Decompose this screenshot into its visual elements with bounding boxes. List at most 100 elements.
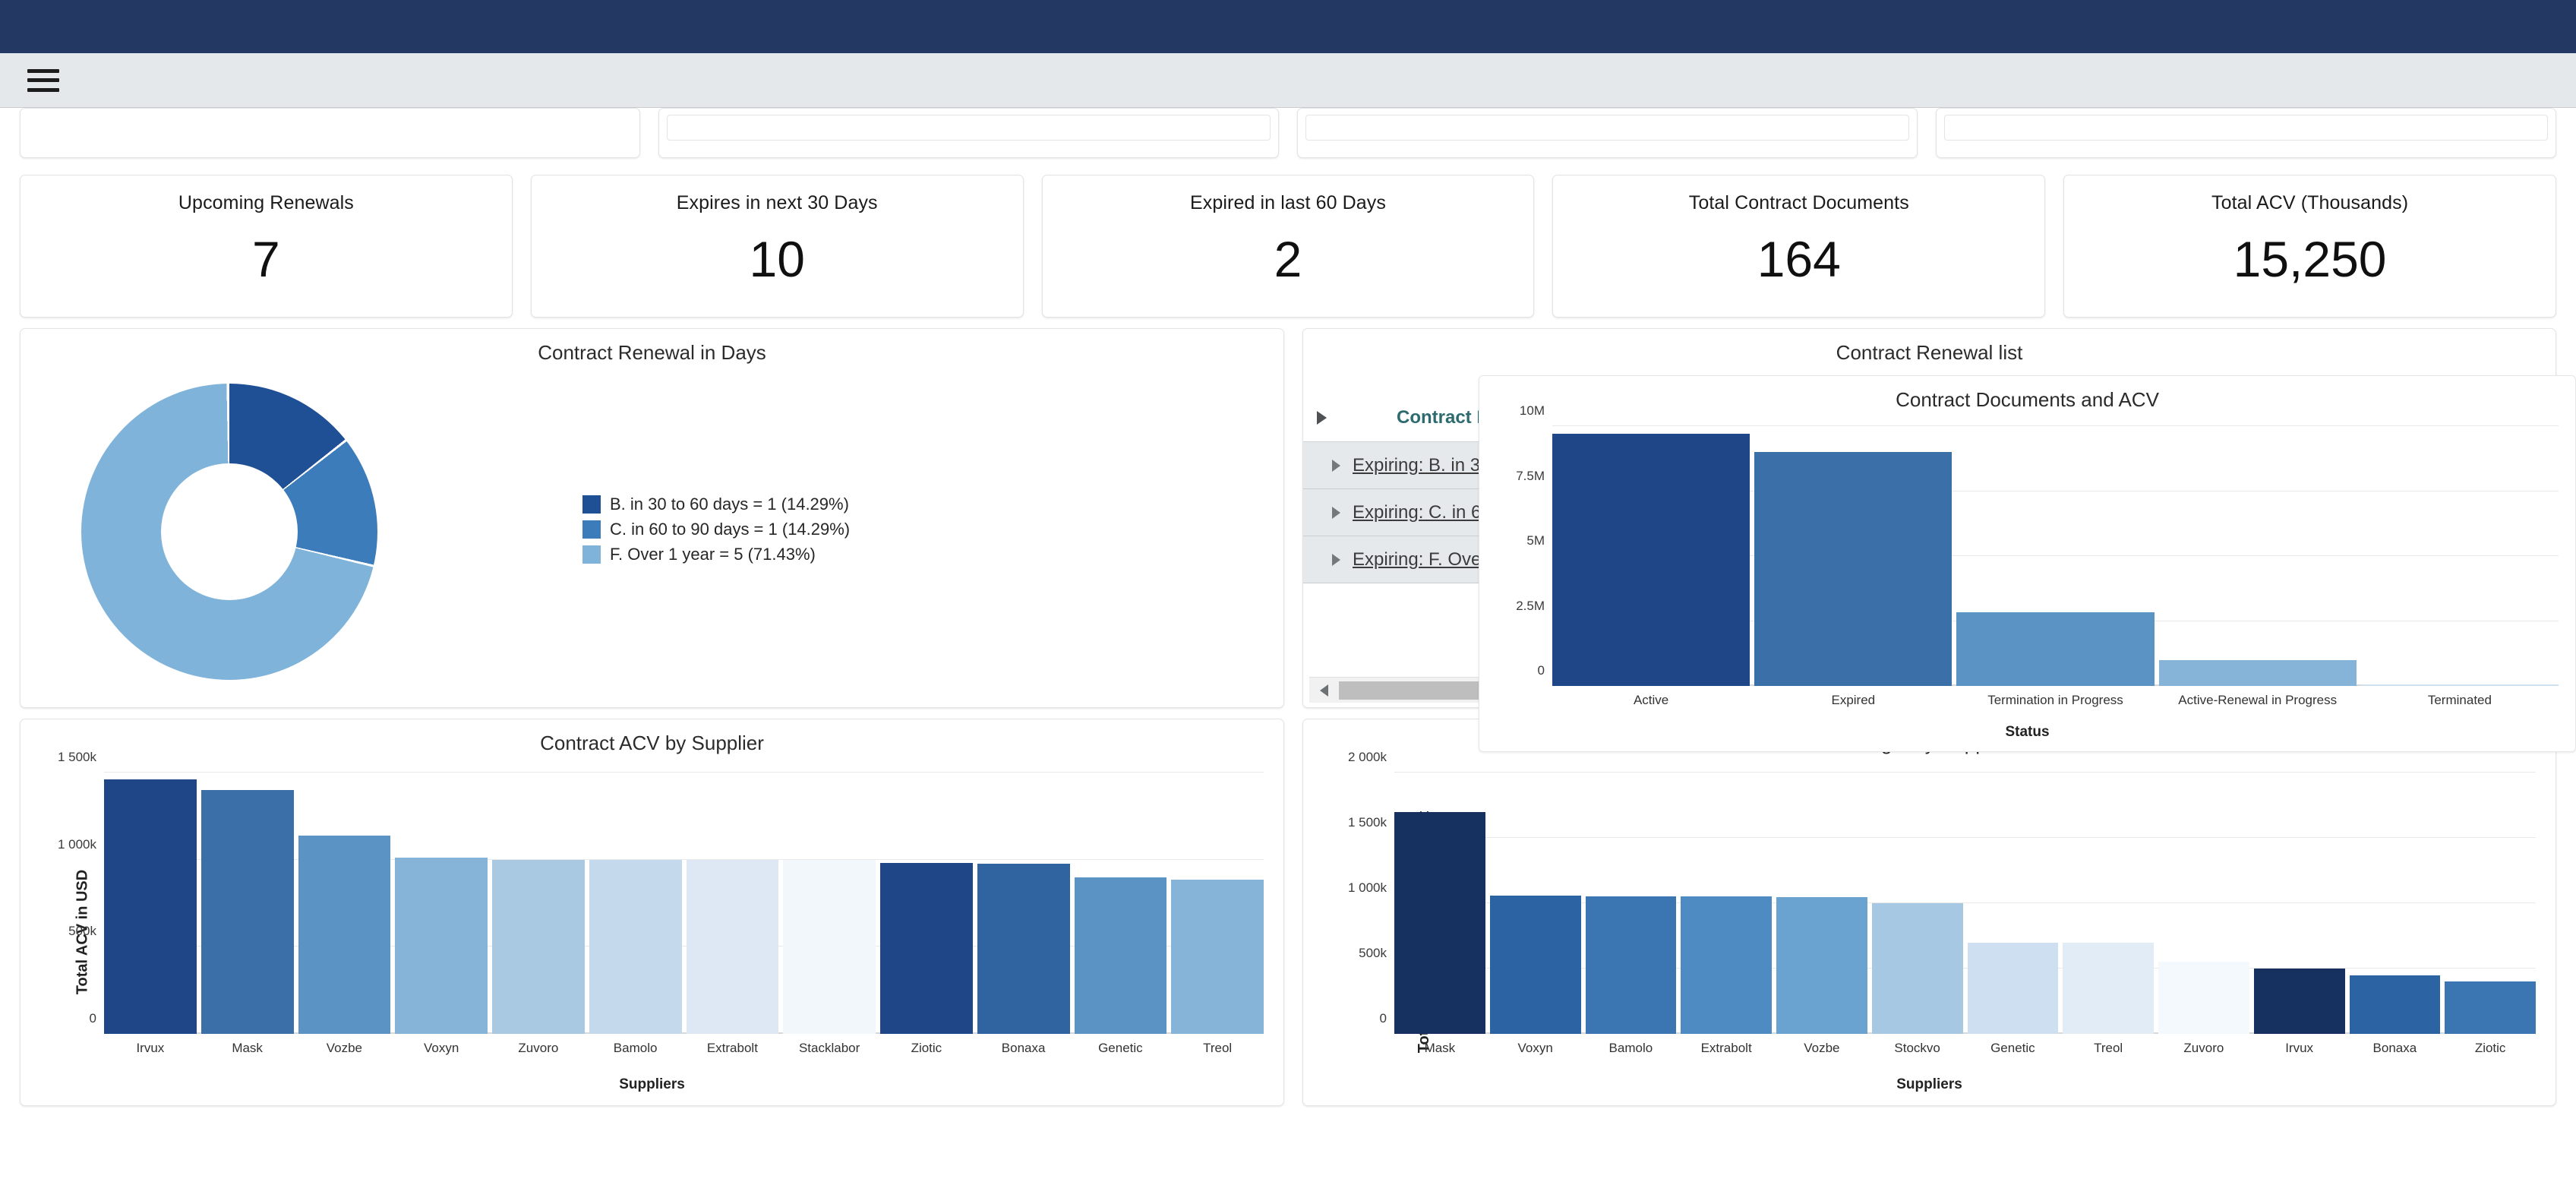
bar[interactable]: Stacklabor <box>783 860 876 1034</box>
bar[interactable]: Irvux <box>104 779 197 1034</box>
y-axis-tick-label: 2 000k <box>1348 750 1387 765</box>
bar[interactable]: Stockvo <box>1872 903 1963 1034</box>
x-axis-tick-label: Voxyn <box>424 1041 459 1056</box>
bar[interactable]: Active <box>1552 434 1750 686</box>
x-axis-tick-label: Bamolo <box>614 1041 658 1056</box>
plot-area: 0500k1 000k1 500k2 000kMaskVoxynBamoloEx… <box>1394 773 2536 1034</box>
panel-contract-acv-by-supplier: Contract ACV by Supplier Total ACV in US… <box>20 719 1284 1106</box>
bar[interactable]: Ziotic <box>880 863 973 1034</box>
y-axis-tick-label: 1 000k <box>58 837 96 852</box>
x-axis-tick-label: Irvux <box>136 1041 164 1056</box>
bar[interactable]: Vozbe <box>1776 897 1867 1034</box>
x-axis-label: Suppliers <box>1303 1076 2555 1093</box>
kpi-row: Upcoming Renewals 7 Expires in next 30 D… <box>0 166 2576 318</box>
bar[interactable]: Genetic <box>1968 943 2059 1034</box>
legend-item[interactable]: F. Over 1 year = 5 (71.43%) <box>582 545 850 564</box>
bar[interactable]: Extrabolt <box>687 860 779 1034</box>
bar[interactable]: Extrabolt <box>1681 896 1772 1034</box>
y-axis-tick-label: 1 500k <box>58 750 96 765</box>
kpi-label: Total ACV (Thousands) <box>2211 192 2408 214</box>
bar-group: IrvuxMaskVozbeVoxynZuvoroBamoloExtrabolt… <box>104 773 1264 1034</box>
y-axis-tick-label: 2.5M <box>1516 599 1545 614</box>
column-header-contract-name: Contract N <box>1397 407 1490 428</box>
bar[interactable]: Bonaxa <box>977 864 1070 1034</box>
x-axis-tick-label: Zuvoro <box>518 1041 558 1056</box>
bar-group: ActiveExpiredTermination in ProgressActi… <box>1552 426 2559 686</box>
filter-card-2[interactable] <box>658 108 1279 158</box>
filter-strip <box>0 108 2576 166</box>
bar[interactable]: Expired <box>1754 452 1952 686</box>
filter-card-3[interactable] <box>1297 108 1918 158</box>
x-axis-tick-label: Bonaxa <box>2373 1041 2417 1056</box>
x-axis-label: Status <box>1479 724 2575 741</box>
bar-chart-budget-by-supplier: Total Current Year Annual Budget 0500k1 … <box>1303 759 2555 1105</box>
bar[interactable]: Ziotic <box>2445 981 2536 1034</box>
bar[interactable]: Termination in Progress <box>1956 612 2154 686</box>
panel-budget-by-supplier: Budget by Supplier Total Current Year An… <box>1302 719 2556 1106</box>
y-axis-tick-label: 1 000k <box>1348 880 1387 896</box>
bar-chart-contract-documents-acv: ACV in Common Currency 02.5M5M7.5M10MAct… <box>1479 416 2575 751</box>
kpi-total-contract-documents[interactable]: Total Contract Documents 164 <box>1552 175 2045 318</box>
y-axis-tick-label: 500k <box>68 924 96 939</box>
legend-label: B. in 30 to 60 days = 1 (14.29%) <box>610 495 849 514</box>
y-axis-tick-label: 1 500k <box>1348 815 1387 830</box>
x-axis-tick-label: Zuvoro <box>2183 1041 2224 1056</box>
bar[interactable]: Zuvoro <box>2158 962 2249 1034</box>
panel-title: Contract Renewal list <box>1303 329 2555 365</box>
x-axis-tick-label: Treol <box>1203 1041 1232 1056</box>
expand-triangle-icon[interactable] <box>1332 554 1340 566</box>
x-axis-tick-label: Mask <box>232 1041 263 1056</box>
x-axis-tick-label: Extrabolt <box>707 1041 758 1056</box>
x-axis-tick-label: Bonaxa <box>1002 1041 1046 1056</box>
hamburger-icon[interactable] <box>27 69 59 92</box>
x-axis-tick-label: Active <box>1634 693 1668 708</box>
x-axis-tick-label: Genetic <box>1990 1041 2035 1056</box>
expand-triangle-icon[interactable] <box>1332 460 1340 472</box>
bar[interactable]: Mask <box>201 790 294 1034</box>
chart-row-bottom: Contract ACV by Supplier Total ACV in US… <box>0 708 2576 1106</box>
scroll-left-arrow-icon[interactable] <box>1320 684 1328 697</box>
list-item-label[interactable]: Expiring: B. in 30 <box>1353 455 1490 476</box>
x-axis-tick-label: Mask <box>1425 1041 1456 1056</box>
bar[interactable]: Active-Renewal in Progress <box>2159 660 2357 686</box>
x-axis-tick-label: Extrabolt <box>1701 1041 1752 1056</box>
legend-item[interactable]: B. in 30 to 60 days = 1 (14.29%) <box>582 495 850 514</box>
bar[interactable]: Zuvoro <box>492 860 585 1034</box>
kpi-upcoming-renewals[interactable]: Upcoming Renewals 7 <box>20 175 513 318</box>
bar[interactable]: Treol <box>1171 880 1264 1034</box>
donut-ring[interactable] <box>81 384 377 680</box>
list-item-label[interactable]: Expiring: F. Over <box>1353 549 1487 570</box>
kpi-expired-last-60-days[interactable]: Expired in last 60 Days 2 <box>1042 175 1535 318</box>
bar-chart-acv-by-supplier: Total ACV in USD 0500k1 000k1 500kIrvuxM… <box>21 759 1283 1105</box>
x-axis-tick-label: Ziotic <box>911 1041 942 1056</box>
y-axis-tick-label: 0 <box>1380 1011 1387 1026</box>
kpi-total-acv-thousands[interactable]: Total ACV (Thousands) 15,250 <box>2063 175 2556 318</box>
bar[interactable]: Vozbe <box>298 836 391 1034</box>
bar[interactable]: Bonaxa <box>2350 975 2441 1034</box>
bar[interactable]: Mask <box>1394 812 1485 1034</box>
bar[interactable]: Treol <box>2063 943 2154 1034</box>
legend-label: F. Over 1 year = 5 (71.43%) <box>610 545 816 564</box>
kpi-label: Upcoming Renewals <box>178 192 354 214</box>
kpi-label: Total Contract Documents <box>1689 192 1909 214</box>
plot-area: 02.5M5M7.5M10MActiveExpiredTermination i… <box>1552 426 2559 686</box>
expand-triangle-icon[interactable] <box>1317 411 1327 425</box>
filter-card-4[interactable] <box>1936 108 2556 158</box>
list-item-label[interactable]: Expiring: C. in 60 <box>1353 502 1492 523</box>
y-axis-tick-label: 10M <box>1520 403 1545 419</box>
expand-triangle-icon[interactable] <box>1332 507 1340 519</box>
bar[interactable]: Genetic <box>1075 877 1167 1034</box>
bar[interactable]: Voxyn <box>395 858 488 1034</box>
bar[interactable]: Voxyn <box>1490 896 1581 1034</box>
bar[interactable]: Bamolo <box>1586 896 1677 1034</box>
bar[interactable]: Terminated <box>2361 684 2559 686</box>
filter-card-1[interactable] <box>20 108 640 158</box>
app-top-bar <box>0 0 2576 53</box>
kpi-expires-next-30-days[interactable]: Expires in next 30 Days 10 <box>531 175 1024 318</box>
legend-swatch-icon <box>582 520 601 539</box>
bar[interactable]: Bamolo <box>589 860 682 1034</box>
x-axis-tick-label: Stacklabor <box>799 1041 860 1056</box>
legend-item[interactable]: C. in 60 to 90 days = 1 (14.29%) <box>582 520 850 539</box>
bar[interactable]: Irvux <box>2254 969 2345 1034</box>
kpi-value: 15,250 <box>2233 234 2387 284</box>
